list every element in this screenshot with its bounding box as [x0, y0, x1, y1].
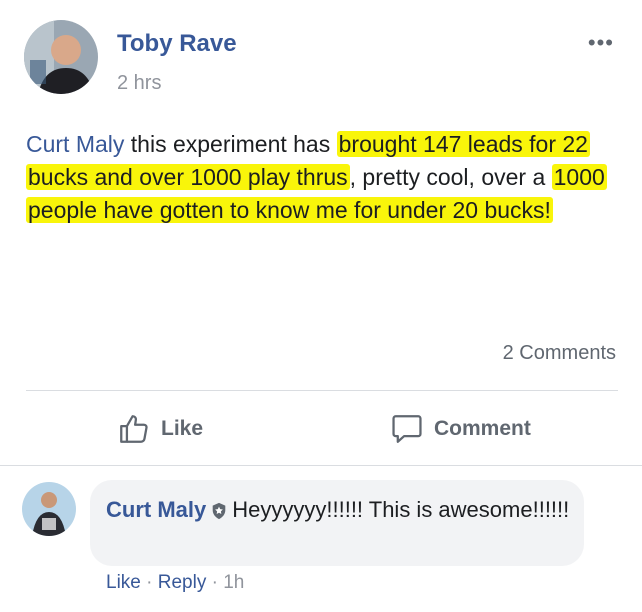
post-author-name[interactable]: Toby Rave: [117, 30, 237, 58]
more-options-icon[interactable]: •••: [588, 30, 614, 56]
comment-timestamp[interactable]: 1h: [223, 572, 244, 593]
like-button[interactable]: Like: [117, 410, 203, 448]
divider: [26, 390, 618, 391]
separator: ·: [206, 572, 224, 593]
post-text: Curt Maly this experiment has brought 14…: [26, 128, 616, 227]
comment-text: Heyyyyyy!!!!!! This is awesome!!!!!!: [232, 497, 570, 522]
thumbs-up-icon: [120, 415, 148, 443]
like-label: Like: [161, 417, 204, 440]
post-text-part: this experiment has: [124, 131, 337, 157]
comments-count-link[interactable]: 2 Comments: [503, 342, 616, 365]
separator: ·: [140, 572, 158, 593]
comment-reply-link[interactable]: Reply: [158, 572, 207, 593]
mention-link[interactable]: Curt Maly: [26, 131, 124, 157]
comment-like-link[interactable]: Like: [106, 572, 141, 593]
verified-badge-icon: [212, 502, 226, 520]
divider: [0, 465, 642, 466]
post-timestamp[interactable]: 2 hrs: [117, 72, 161, 95]
comment-label: Comment: [434, 417, 531, 440]
commenter-avatar[interactable]: [22, 482, 76, 536]
comment-text-block: Curt Maly Heyyyyyy!!!!!! This is awesome…: [106, 494, 576, 526]
speech-bubble-icon: [392, 415, 422, 443]
comment-button[interactable]: Comment: [390, 410, 531, 448]
author-avatar[interactable]: [24, 20, 98, 94]
commenter-name[interactable]: Curt Maly: [106, 497, 206, 522]
comment-actions: Like · Reply · 1h: [106, 572, 244, 594]
post-text-part: , pretty cool, over a: [349, 164, 552, 190]
